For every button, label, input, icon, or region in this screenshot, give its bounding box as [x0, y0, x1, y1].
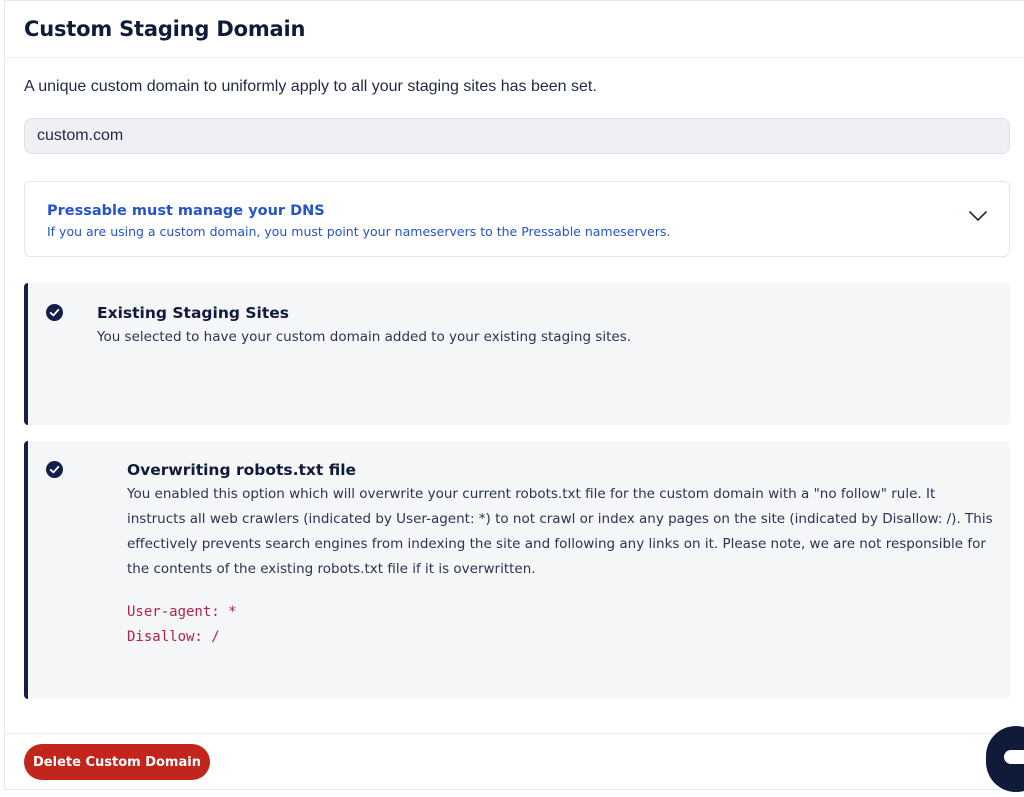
footer-divider: [5, 733, 1024, 734]
dns-notice-title: Pressable must manage your DNS: [47, 203, 325, 219]
page-title: Custom Staging Domain: [24, 17, 306, 41]
intro-text: A unique custom domain to uniformly appl…: [24, 78, 597, 95]
robots-code-block: User-agent: * Disallow: /: [127, 600, 237, 650]
check-circle-icon: [46, 461, 63, 478]
custom-staging-domain-panel: Custom Staging Domain A unique custom do…: [4, 0, 1024, 790]
robots-txt-card: Overwriting robots.txt file You enabled …: [24, 441, 1010, 699]
code-line-user-agent: User-agent: *: [127, 604, 237, 620]
panel-header: Custom Staging Domain: [5, 1, 1024, 58]
existing-staging-sites-card: Existing Staging Sites You selected to h…: [24, 283, 1010, 425]
delete-custom-domain-button[interactable]: Delete Custom Domain: [24, 744, 210, 780]
check-circle-icon: [46, 304, 63, 321]
code-line-disallow: Disallow: /: [127, 629, 220, 645]
card-description: You selected to have your custom domain …: [97, 329, 632, 345]
dns-notice-subtitle: If you are using a custom domain, you mu…: [47, 224, 671, 239]
chevron-down-icon[interactable]: [969, 210, 987, 222]
card-title: Existing Staging Sites: [97, 304, 289, 322]
dns-notice-accordion[interactable]: Pressable must manage your DNS If you ar…: [24, 181, 1010, 257]
chat-icon: [1004, 750, 1024, 764]
card-description: You enabled this option which will overw…: [127, 486, 993, 577]
custom-domain-field[interactable]: [24, 118, 1010, 154]
card-title: Overwriting robots.txt file: [127, 461, 357, 479]
